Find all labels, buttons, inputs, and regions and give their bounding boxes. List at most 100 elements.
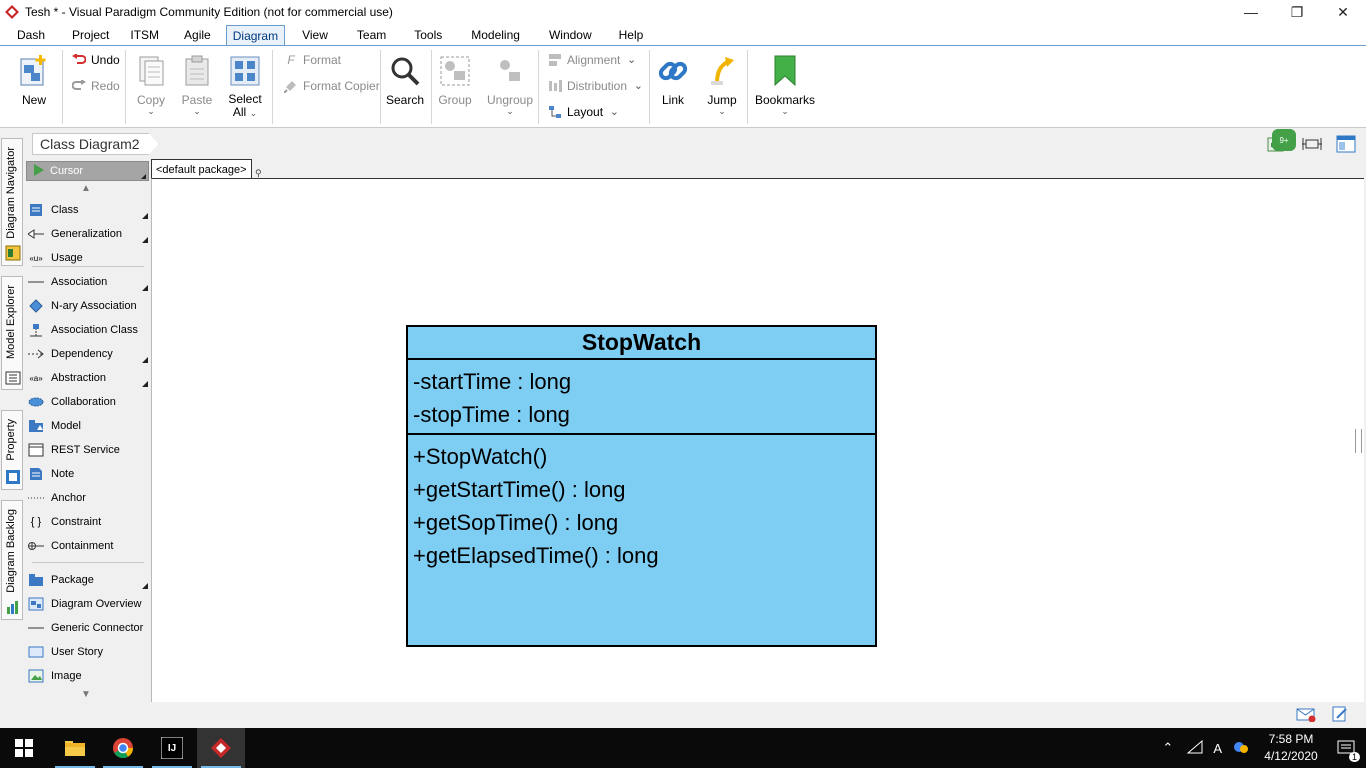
group-button[interactable]: Group xyxy=(438,54,472,107)
taskbar-visual-paradigm[interactable] xyxy=(197,728,245,768)
taskbar-file-explorer[interactable] xyxy=(51,728,99,768)
edit-document-icon[interactable] xyxy=(1332,706,1348,725)
tab-diagram-backlog[interactable]: Diagram Backlog xyxy=(1,500,23,620)
cloud-sync-icon[interactable] xyxy=(1232,740,1250,757)
splitter-handle[interactable] xyxy=(1355,429,1362,453)
palette-item-anchor[interactable]: Anchor xyxy=(28,487,150,509)
tab-model-explorer[interactable]: Model Explorer xyxy=(1,276,23,390)
palette-item-generic-connector[interactable]: Generic Connector xyxy=(28,617,150,639)
menu-modeling[interactable]: Modeling xyxy=(465,25,526,45)
palette-item-constraint[interactable]: { } Constraint xyxy=(28,511,150,533)
fit-diagram-icon[interactable] xyxy=(1300,133,1324,155)
close-button[interactable]: ✕ xyxy=(1320,0,1366,24)
tab-diagram-navigator[interactable]: Diagram Navigator xyxy=(1,138,23,266)
link-icon xyxy=(658,61,688,81)
scroll-down-arrow[interactable]: ▼ xyxy=(81,689,91,700)
window-title: Tesh * - Visual Paradigm Community Editi… xyxy=(25,5,393,19)
taskbar-intellij[interactable]: IJ xyxy=(148,728,196,768)
palette-item-abstraction[interactable]: «a» Abstraction xyxy=(28,367,150,389)
package-label[interactable]: <default package> xyxy=(151,159,252,179)
operation-row[interactable]: +getStartTime() : long xyxy=(413,476,875,509)
palette-item-model[interactable]: Model xyxy=(28,415,150,437)
palette-cursor[interactable]: Cursor xyxy=(26,161,149,181)
start-button[interactable] xyxy=(0,728,48,768)
clock[interactable]: 7:58 PM 4/12/2020 xyxy=(1256,731,1326,765)
system-tray: ⌃ A 7:58 PM 4/12/2020 1 xyxy=(1162,728,1366,768)
message-mail-icon[interactable] xyxy=(1296,706,1316,725)
windows-taskbar: IJ ⌃ A 7:58 PM 4/12/2020 1 xyxy=(0,728,1366,768)
class-name[interactable]: StopWatch xyxy=(408,327,875,360)
search-button[interactable]: Search xyxy=(386,54,424,107)
palette-item-image[interactable]: Image xyxy=(28,665,150,687)
menu-agile[interactable]: Agile xyxy=(178,25,217,45)
class-operations: +StopWatch() +getStartTime() : long +get… xyxy=(408,435,875,575)
palette-item-association[interactable]: Association xyxy=(28,271,150,293)
minimize-button[interactable]: — xyxy=(1228,0,1274,24)
nary-association-icon xyxy=(28,299,44,313)
menu-dash[interactable]: Dash xyxy=(11,25,51,45)
attribute-row[interactable]: -stopTime : long xyxy=(413,401,875,434)
palette-item-package[interactable]: Package xyxy=(28,569,150,591)
palette-item-note[interactable]: Note xyxy=(28,463,150,485)
jump-button[interactable]: Jump ⌄ xyxy=(705,54,739,116)
palette-item-class[interactable]: Class xyxy=(28,199,150,221)
tab-property[interactable]: Property xyxy=(1,410,23,490)
diagram-overview-icon xyxy=(28,597,44,611)
menu-view[interactable]: View xyxy=(296,25,334,45)
uml-class-stopwatch[interactable]: StopWatch -startTime : long -stopTime : … xyxy=(406,325,877,647)
restore-button[interactable]: ❐ xyxy=(1274,0,1320,24)
constraint-icon: { } xyxy=(30,516,42,528)
copy-button[interactable]: Copy ⌄ xyxy=(134,54,168,116)
ime-indicator[interactable]: A xyxy=(1213,741,1222,756)
palette-item-generalization[interactable]: Generalization xyxy=(28,223,150,245)
wifi-icon[interactable] xyxy=(1186,739,1203,757)
bookmarks-button[interactable]: Bookmarks ⌄ xyxy=(755,54,815,116)
palette-item-diagram-overview[interactable]: Diagram Overview xyxy=(28,593,150,615)
undo-button[interactable]: Undo xyxy=(71,52,120,68)
menu-bar: Dash Project ITSM Agile Diagram View Tea… xyxy=(0,24,1366,45)
action-center-icon[interactable]: 1 xyxy=(1326,740,1366,762)
alignment-button[interactable]: Alignment ⌄ xyxy=(547,52,636,68)
menu-diagram[interactable]: Diagram xyxy=(225,25,286,45)
panel-layout-icon[interactable] xyxy=(1334,133,1358,155)
menu-tools[interactable]: Tools xyxy=(408,25,448,45)
menu-itsm[interactable]: ITSM xyxy=(124,25,165,45)
palette-item-user-story[interactable]: User Story xyxy=(28,641,150,663)
operation-row[interactable]: +getElapsedTime() : long xyxy=(413,542,875,575)
select-all-button[interactable]: Select All ⌄ xyxy=(228,54,262,119)
layout-button[interactable]: Layout ⌄ xyxy=(547,104,619,120)
palette-item-nary-association[interactable]: N-ary Association xyxy=(28,295,150,317)
taskbar-chrome[interactable] xyxy=(99,728,147,768)
operation-row[interactable]: +StopWatch() xyxy=(413,443,875,476)
menu-help[interactable]: Help xyxy=(613,25,650,45)
chevron-up-icon[interactable]: ⌃ xyxy=(1162,740,1173,756)
menu-project[interactable]: Project xyxy=(66,25,115,45)
new-button[interactable]: New xyxy=(17,54,51,107)
breadcrumb[interactable]: Class Diagram2 xyxy=(32,133,159,155)
status-bar xyxy=(0,702,1366,728)
link-button[interactable]: Link xyxy=(656,54,690,107)
package-icon xyxy=(28,573,44,587)
chrome-icon xyxy=(113,738,134,759)
distribution-icon xyxy=(547,78,563,94)
property-icon xyxy=(6,470,20,484)
palette-item-containment[interactable]: Containment xyxy=(28,535,150,557)
distribution-button[interactable]: Distribution ⌄ xyxy=(547,78,643,94)
visual-paradigm-icon xyxy=(211,738,231,758)
palette-item-collaboration[interactable]: Collaboration xyxy=(28,391,150,413)
operation-row[interactable]: +getSopTime() : long xyxy=(413,509,875,542)
redo-button[interactable]: Redo xyxy=(71,78,120,94)
menu-team[interactable]: Team xyxy=(351,25,392,45)
scroll-up-arrow[interactable]: ▲ xyxy=(81,183,91,194)
palette-item-rest-service[interactable]: REST Service xyxy=(28,439,150,461)
abstraction-icon: «a» xyxy=(29,373,43,383)
palette-item-association-class[interactable]: Association Class xyxy=(28,319,150,341)
palette-item-dependency[interactable]: Dependency xyxy=(28,343,150,365)
format-button[interactable]: F Format xyxy=(283,52,341,68)
format-copier-button[interactable]: Format Copier xyxy=(283,78,380,94)
notifications-icon[interactable]: 9+ xyxy=(1266,129,1296,155)
menu-window[interactable]: Window xyxy=(543,25,598,45)
attribute-row[interactable]: -startTime : long xyxy=(413,368,875,401)
ungroup-button[interactable]: Ungroup ⌄ xyxy=(487,54,533,116)
paste-button[interactable]: Paste ⌄ xyxy=(180,54,214,116)
